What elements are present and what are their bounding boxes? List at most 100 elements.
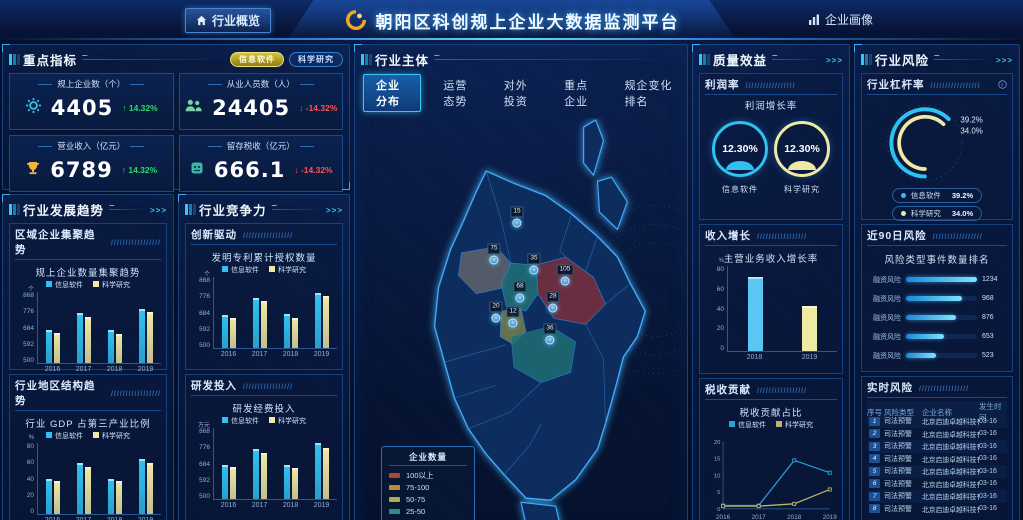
table-row[interactable]: 7司法预警北京启迪卓越科技有限公司03-16 [867,490,1007,503]
bar [253,298,259,348]
row-risk-type: 司法预警 [884,504,922,514]
gear-icon [25,97,42,119]
gauge-ring: 12.30% [712,121,768,177]
map-marker[interactable]: 35 [527,254,540,275]
more-arrows-icon[interactable] [996,52,1013,66]
filter-tag-信息软件[interactable]: 信息软件 [230,52,284,67]
row-date: 03-16 [979,443,1007,450]
bar [77,313,83,363]
card-tax-contribution: 税收贡献 税收贡献占比信息软件科学研究201510502016201720182… [699,378,843,520]
bar [315,293,321,348]
svg-text:2019: 2019 [823,514,837,520]
hbar-label: 融资风险 [867,275,901,285]
y-tick-label: 500 [199,493,210,500]
x-tick-label: 2016 [221,502,237,509]
bar-group [77,292,91,363]
filter-tag-科学研究[interactable]: 科学研究 [289,52,343,67]
hbar-track [906,277,977,282]
gauge-mound [726,161,754,170]
svg-text:2017: 2017 [752,514,767,520]
marker-pin-icon [545,335,554,344]
map-marker[interactable]: 28 [546,292,559,313]
more-arrows-icon[interactable] [326,202,343,216]
bar-chart-icon [808,14,820,25]
legend-item: 信息软件 [46,280,83,290]
more-arrows-icon[interactable] [826,52,843,66]
stat-value: 6789 [50,158,112,182]
panel-quality-benefit: 质量效益 利润率 利润增长率 12.30%信息软件12.30%科学研究 收入增长… [692,44,850,520]
district-piece-south[interactable] [521,502,561,520]
map-marker[interactable]: 36 [543,324,556,345]
bar [222,315,228,348]
district-sliver-north[interactable] [584,120,604,175]
bar-group [46,443,60,514]
table-row[interactable]: 1司法预警北京启迪卓越科技有限公司03-16 [867,415,1007,428]
y-axis: 万元868776684592500 [191,428,213,500]
tab-重点企业[interactable]: 重点企业 [558,75,602,111]
card-profit-rate: 利润率 利润增长率 12.30%信息软件12.30%科学研究 [699,73,843,220]
header-bars-icon [185,204,188,215]
y-tick-label: 684 [199,461,210,468]
table-row[interactable]: 2司法预警北京启迪卓越科技有限公司03-16 [867,428,1007,441]
indicator-tags: 信息软件科学研究 [230,52,343,67]
map-legend-item: 50-75 [389,493,467,505]
map-marker[interactable]: 20 [489,302,502,323]
more-arrows-icon[interactable] [150,202,167,216]
tab-规企变化排名[interactable]: 规企变化排名 [618,75,679,111]
map-marker[interactable]: 105 [557,265,574,286]
table-row[interactable]: 3司法预警北京启迪卓越科技有限公司03-16 [867,440,1007,453]
legend-name: 信息软件 [911,190,941,201]
legend-label: 25-50 [406,507,425,516]
tab-企业分布[interactable]: 企业分布 [363,74,421,112]
table-row[interactable]: 5司法预警北京启迪卓越科技有限公司03-16 [867,465,1007,478]
hbar-row: 融资风险876 [867,308,1007,327]
marker-pin-icon [529,265,538,274]
row-company-name: 北京启迪卓越科技有限公司 [922,429,979,439]
stat-label: 从业人员数（人） [180,78,343,90]
panel-key-indicators-header: 重点指标 信息软件科学研究 [9,49,343,69]
table-row[interactable]: 8司法预警北京启迪卓越科技有限公司03-16 [867,503,1007,516]
nav-enterprise-profile[interactable]: 企业画像 [798,8,883,31]
bar-group [222,277,236,348]
row-risk-type: 司法预警 [884,466,922,476]
plot [37,443,161,515]
hbar-row: 融资风险523 [867,346,1007,365]
bar [284,314,290,348]
map-legend-item: 75-100 [389,481,467,493]
x-axis-labels: 2016201720182019 [213,502,337,509]
hbar-value: 968 [982,295,1007,302]
tab-运营态势[interactable]: 运营态势 [437,75,481,111]
nav-enterprise-profile-label: 企业画像 [825,11,873,28]
bar [139,459,145,514]
table-row[interactable]: 6司法预警北京启迪卓越科技有限公司03-16 [867,478,1007,491]
top-header: 行业概览 朝阳区科创规上企业大数据监测平台 企业画像 [0,0,1023,40]
marker-pin-icon [491,313,500,322]
legend-dot [901,211,906,216]
stat-label-text: 留存税收（亿元） [227,140,295,152]
card-leverage: 行业杠杆率 i 39.2% 34.0% 信息软件39.2%科学研究34.0% [861,73,1013,220]
bar-group [46,292,60,363]
map-marker[interactable]: 75 [487,244,500,265]
gauge-ring: 12.30% [774,121,830,177]
table-row[interactable]: 4司法预警北京启迪卓越科技有限公司03-16 [867,453,1007,466]
hatch-decoration [243,229,293,241]
map-marker[interactable]: 15 [510,207,523,228]
bar-group [284,428,298,499]
y-tick-label: 80 [717,266,724,273]
stat-value: 4405 [51,96,113,120]
x-tick-label: 2016 [221,351,237,358]
map-marker[interactable]: 12 [506,307,519,328]
info-icon[interactable]: i [998,80,1007,89]
district-sliver-northeast[interactable] [598,177,628,229]
hbar-fill [906,353,936,358]
chart-tax-contribution: 税收贡献占比信息软件科学研究201510502016201720182019 [705,400,837,520]
y-axis-unit: % [719,258,724,264]
nav-industry-overview[interactable]: 行业概览 [185,8,271,33]
card-subtitle: 研发投入 [191,378,237,393]
legend-item: 信息软件 [222,416,259,426]
legend-color-chip [389,485,400,490]
chart-plot-area: %806040200 [15,443,161,515]
legend-label: 100以上 [406,470,434,481]
map-marker[interactable]: 68 [513,282,526,303]
tab-对外投资[interactable]: 对外投资 [498,75,542,111]
